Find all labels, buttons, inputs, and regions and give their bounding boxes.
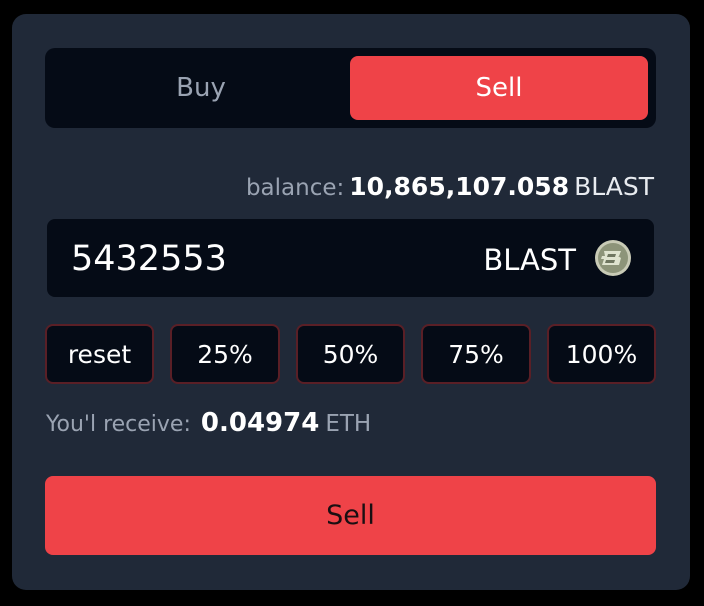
receive-value: 0.04974 xyxy=(200,408,320,438)
reset-button[interactable]: reset xyxy=(45,324,154,384)
sell-submit-button[interactable]: Sell xyxy=(45,476,656,555)
amount-input[interactable] xyxy=(71,239,431,279)
balance-value: 10,865,107.058 xyxy=(349,172,570,201)
token-symbol: BLAST xyxy=(483,243,576,277)
percent-50-button[interactable]: 50% xyxy=(296,324,405,384)
tab-sell[interactable]: Sell xyxy=(350,56,648,120)
percent-25-button[interactable]: 25% xyxy=(170,324,280,384)
amount-field: BLAST xyxy=(47,219,654,297)
receive-row: You'l receive: 0.04974 ETH xyxy=(46,408,371,438)
balance-label: balance: xyxy=(245,175,345,201)
balance-row: balance: 10,865,107.058 BLAST xyxy=(246,172,654,201)
blast-token-icon xyxy=(595,240,631,276)
receive-label: You'l receive: xyxy=(46,412,191,437)
tab-buy[interactable]: Buy xyxy=(53,56,349,120)
percent-75-button[interactable]: 75% xyxy=(421,324,531,384)
buy-sell-toggle: Buy Sell xyxy=(45,48,656,128)
balance-unit: BLAST xyxy=(574,172,654,201)
trade-panel: Buy Sell balance: 10,865,107.058 BLAST B… xyxy=(12,14,690,590)
percent-100-button[interactable]: 100% xyxy=(547,324,656,384)
receive-unit: ETH xyxy=(325,411,372,437)
